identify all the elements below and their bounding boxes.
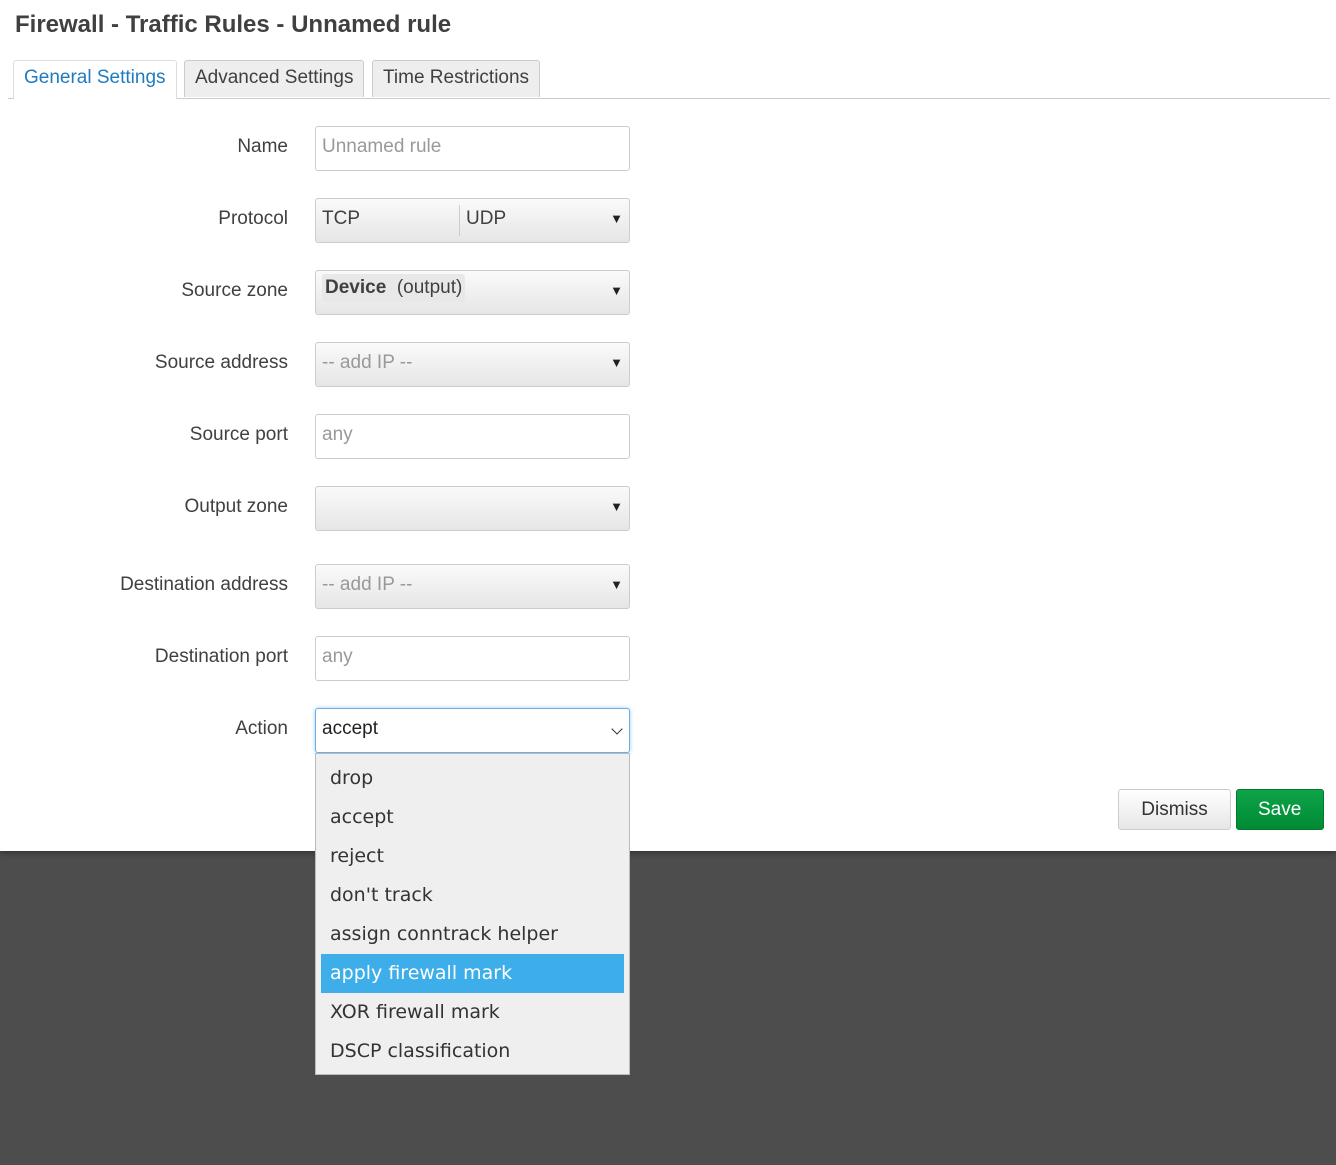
name-label: Name [237, 136, 288, 157]
source-port-label: Source port [189, 424, 288, 445]
output-zone-label: Output zone [184, 496, 288, 517]
action-option-dont-track[interactable]: don't track [321, 876, 624, 915]
action-option-reject[interactable]: reject [321, 837, 624, 876]
action-option-accept[interactable]: accept [321, 798, 624, 837]
source-address-placeholder: -- add IP -- [322, 352, 413, 373]
name-input[interactable]: Unnamed rule [315, 126, 630, 171]
source-port-placeholder: any [322, 424, 353, 445]
destination-address-placeholder: -- add IP -- [322, 574, 413, 595]
source-zone-label: Source zone [181, 280, 288, 301]
action-label: Action [235, 718, 288, 739]
source-zone-select[interactable]: Device (output) ▼ [315, 270, 630, 315]
dropdown-arrow-icon: ▼ [610, 283, 623, 298]
action-option-dscp-classification[interactable]: DSCP classification [321, 1032, 624, 1071]
protocol-select[interactable]: TCP UDP ▼ [315, 198, 630, 243]
row-destination-address: Destination address -- add IP -- ▼ [0, 564, 640, 610]
output-zone-select[interactable]: ▼ [315, 486, 630, 531]
name-placeholder: Unnamed rule [322, 136, 442, 157]
action-value: accept [322, 718, 378, 739]
rule-dialog: Firewall - Traffic Rules - Unnamed rule … [0, 0, 1336, 851]
protocol-label: Protocol [218, 208, 288, 229]
row-source-port: Source port any [0, 414, 640, 460]
source-port-input[interactable]: any [315, 414, 630, 459]
destination-address-label: Destination address [120, 574, 288, 595]
action-option-drop[interactable]: drop [321, 759, 624, 798]
source-address-select[interactable]: -- add IP -- ▼ [315, 342, 630, 387]
destination-port-input[interactable]: any [315, 636, 630, 681]
destination-address-select[interactable]: -- add IP -- ▼ [315, 564, 630, 609]
chevron-down-icon [611, 723, 623, 735]
tab-time-restrictions[interactable]: Time Restrictions [372, 60, 541, 97]
action-option-apply-firewall-mark[interactable]: apply firewall mark [321, 954, 624, 993]
dropdown-arrow-icon: ▼ [610, 355, 623, 370]
row-source-address: Source address -- add IP -- ▼ [0, 342, 640, 388]
protocol-udp: UDP [466, 208, 507, 229]
source-zone-name: Device [325, 277, 387, 298]
tab-advanced-settings[interactable]: Advanced Settings [184, 60, 365, 97]
destination-port-placeholder: any [322, 646, 353, 667]
row-destination-port: Destination port any [0, 636, 640, 682]
row-source-zone: Source zone Device (output) ▼ [0, 270, 640, 316]
dismiss-button[interactable]: Dismiss [1118, 789, 1231, 830]
row-output-zone: Output zone ▼ [0, 486, 640, 532]
tab-bar: General Settings Advanced Settings Time … [8, 60, 1330, 99]
tab-general-settings[interactable]: General Settings [13, 60, 177, 99]
destination-port-label: Destination port [154, 646, 288, 667]
row-protocol: Protocol TCP UDP ▼ [0, 198, 640, 244]
action-dropdown-list: drop accept reject don't track assign co… [315, 753, 630, 1075]
dropdown-arrow-icon: ▼ [610, 499, 623, 514]
action-select[interactable]: accept [315, 708, 630, 753]
save-button[interactable]: Save [1236, 789, 1324, 830]
row-name: Name Unnamed rule [0, 126, 640, 172]
protocol-separator [459, 205, 460, 236]
action-option-xor-firewall-mark[interactable]: XOR firewall mark [321, 993, 624, 1032]
dropdown-arrow-icon: ▼ [610, 211, 623, 226]
action-option-assign-conntrack-helper[interactable]: assign conntrack helper [321, 915, 624, 954]
source-address-label: Source address [154, 352, 288, 373]
dialog-title: Firewall - Traffic Rules - Unnamed rule [15, 11, 452, 38]
source-zone-chip: Device (output) [322, 274, 466, 302]
source-zone-suffix: (output) [396, 277, 463, 298]
protocol-tcp: TCP [322, 208, 360, 229]
dropdown-arrow-icon: ▼ [610, 577, 623, 592]
